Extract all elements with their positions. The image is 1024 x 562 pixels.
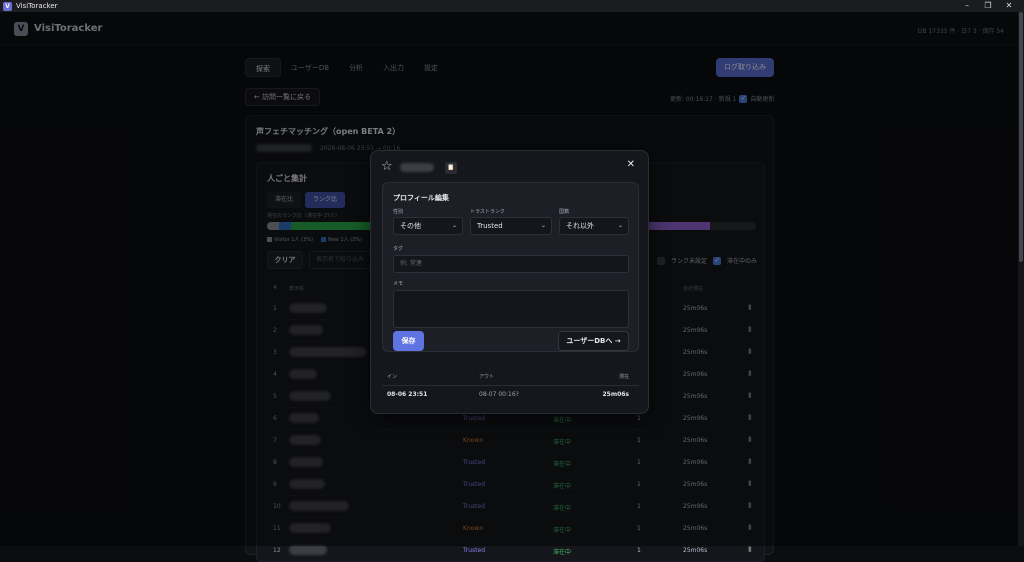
visit-in: 08-06 23:51 bbox=[387, 391, 428, 398]
memo-label: メモ bbox=[393, 281, 404, 287]
redacted-user-name bbox=[400, 163, 434, 172]
row-number: 12 bbox=[273, 547, 281, 554]
window-titlebar: V VisiToracker – ❐ ✕ bbox=[0, 0, 1024, 12]
close-window-button[interactable]: ✕ bbox=[999, 0, 1019, 12]
trust-rank-select[interactable]: Trusted ⌄ bbox=[470, 217, 552, 235]
gender-select[interactable]: その他 ⌄ bbox=[393, 217, 463, 235]
chevron-down-icon: ⌄ bbox=[540, 222, 546, 229]
page-scrollbar[interactable] bbox=[1018, 12, 1024, 546]
tag-input[interactable]: 例: 常連 bbox=[393, 255, 629, 273]
app-icon: V bbox=[3, 1, 12, 11]
trust-rank-value: Trusted bbox=[477, 222, 503, 230]
close-icon[interactable]: ✕ bbox=[627, 159, 635, 170]
origin-label: 国籍 bbox=[559, 209, 570, 215]
scrollbar-thumb[interactable] bbox=[1019, 12, 1023, 262]
chevron-down-icon: ⌄ bbox=[617, 222, 623, 229]
origin-value: それ以外 bbox=[566, 222, 594, 230]
visit-out: 08-07 00:16? bbox=[479, 391, 519, 398]
row-total-stay: 25m06s bbox=[683, 547, 708, 554]
col-in: イン bbox=[387, 374, 398, 380]
row-status: 滞在中 bbox=[553, 549, 572, 556]
divider bbox=[382, 385, 639, 386]
origin-select[interactable]: それ以外 ⌄ bbox=[559, 217, 629, 235]
maximize-button[interactable]: ❐ bbox=[978, 0, 998, 12]
gender-value: その他 bbox=[400, 222, 421, 230]
gender-label: 性別 bbox=[393, 209, 404, 215]
note-icon[interactable]: ▮ bbox=[748, 545, 752, 553]
save-button[interactable]: 保存 bbox=[393, 331, 424, 351]
row-count: 1 bbox=[637, 547, 641, 554]
col-out: アウト bbox=[479, 374, 495, 380]
tag-label: タグ bbox=[393, 246, 404, 252]
clipboard-icon[interactable]: 📋 bbox=[445, 162, 457, 174]
go-to-user-db-button[interactable]: ユーザーDBへ → bbox=[558, 331, 629, 351]
edit-title: プロフィール編集 bbox=[393, 194, 449, 202]
chevron-down-icon: ⌄ bbox=[451, 222, 457, 229]
visit-stay: 25m06s bbox=[602, 391, 629, 398]
profile-modal: ☆ 📋 ✕ プロフィール編集 性別 トラストランク 国籍 その他 ⌄ Truste… bbox=[370, 150, 649, 414]
star-icon[interactable]: ☆ bbox=[381, 159, 393, 174]
profile-edit-panel: プロフィール編集 性別 トラストランク 国籍 その他 ⌄ Trusted ⌄ それ以… bbox=[382, 182, 639, 352]
window-title: VisiToracker bbox=[16, 2, 58, 10]
redacted-display-name bbox=[289, 545, 327, 555]
col-stay: 滞在 bbox=[618, 374, 629, 380]
row-rank: Trusted bbox=[463, 547, 486, 554]
minimize-button[interactable]: – bbox=[957, 0, 977, 12]
trust-rank-label: トラストランク bbox=[470, 209, 505, 215]
memo-textarea[interactable] bbox=[393, 290, 629, 328]
